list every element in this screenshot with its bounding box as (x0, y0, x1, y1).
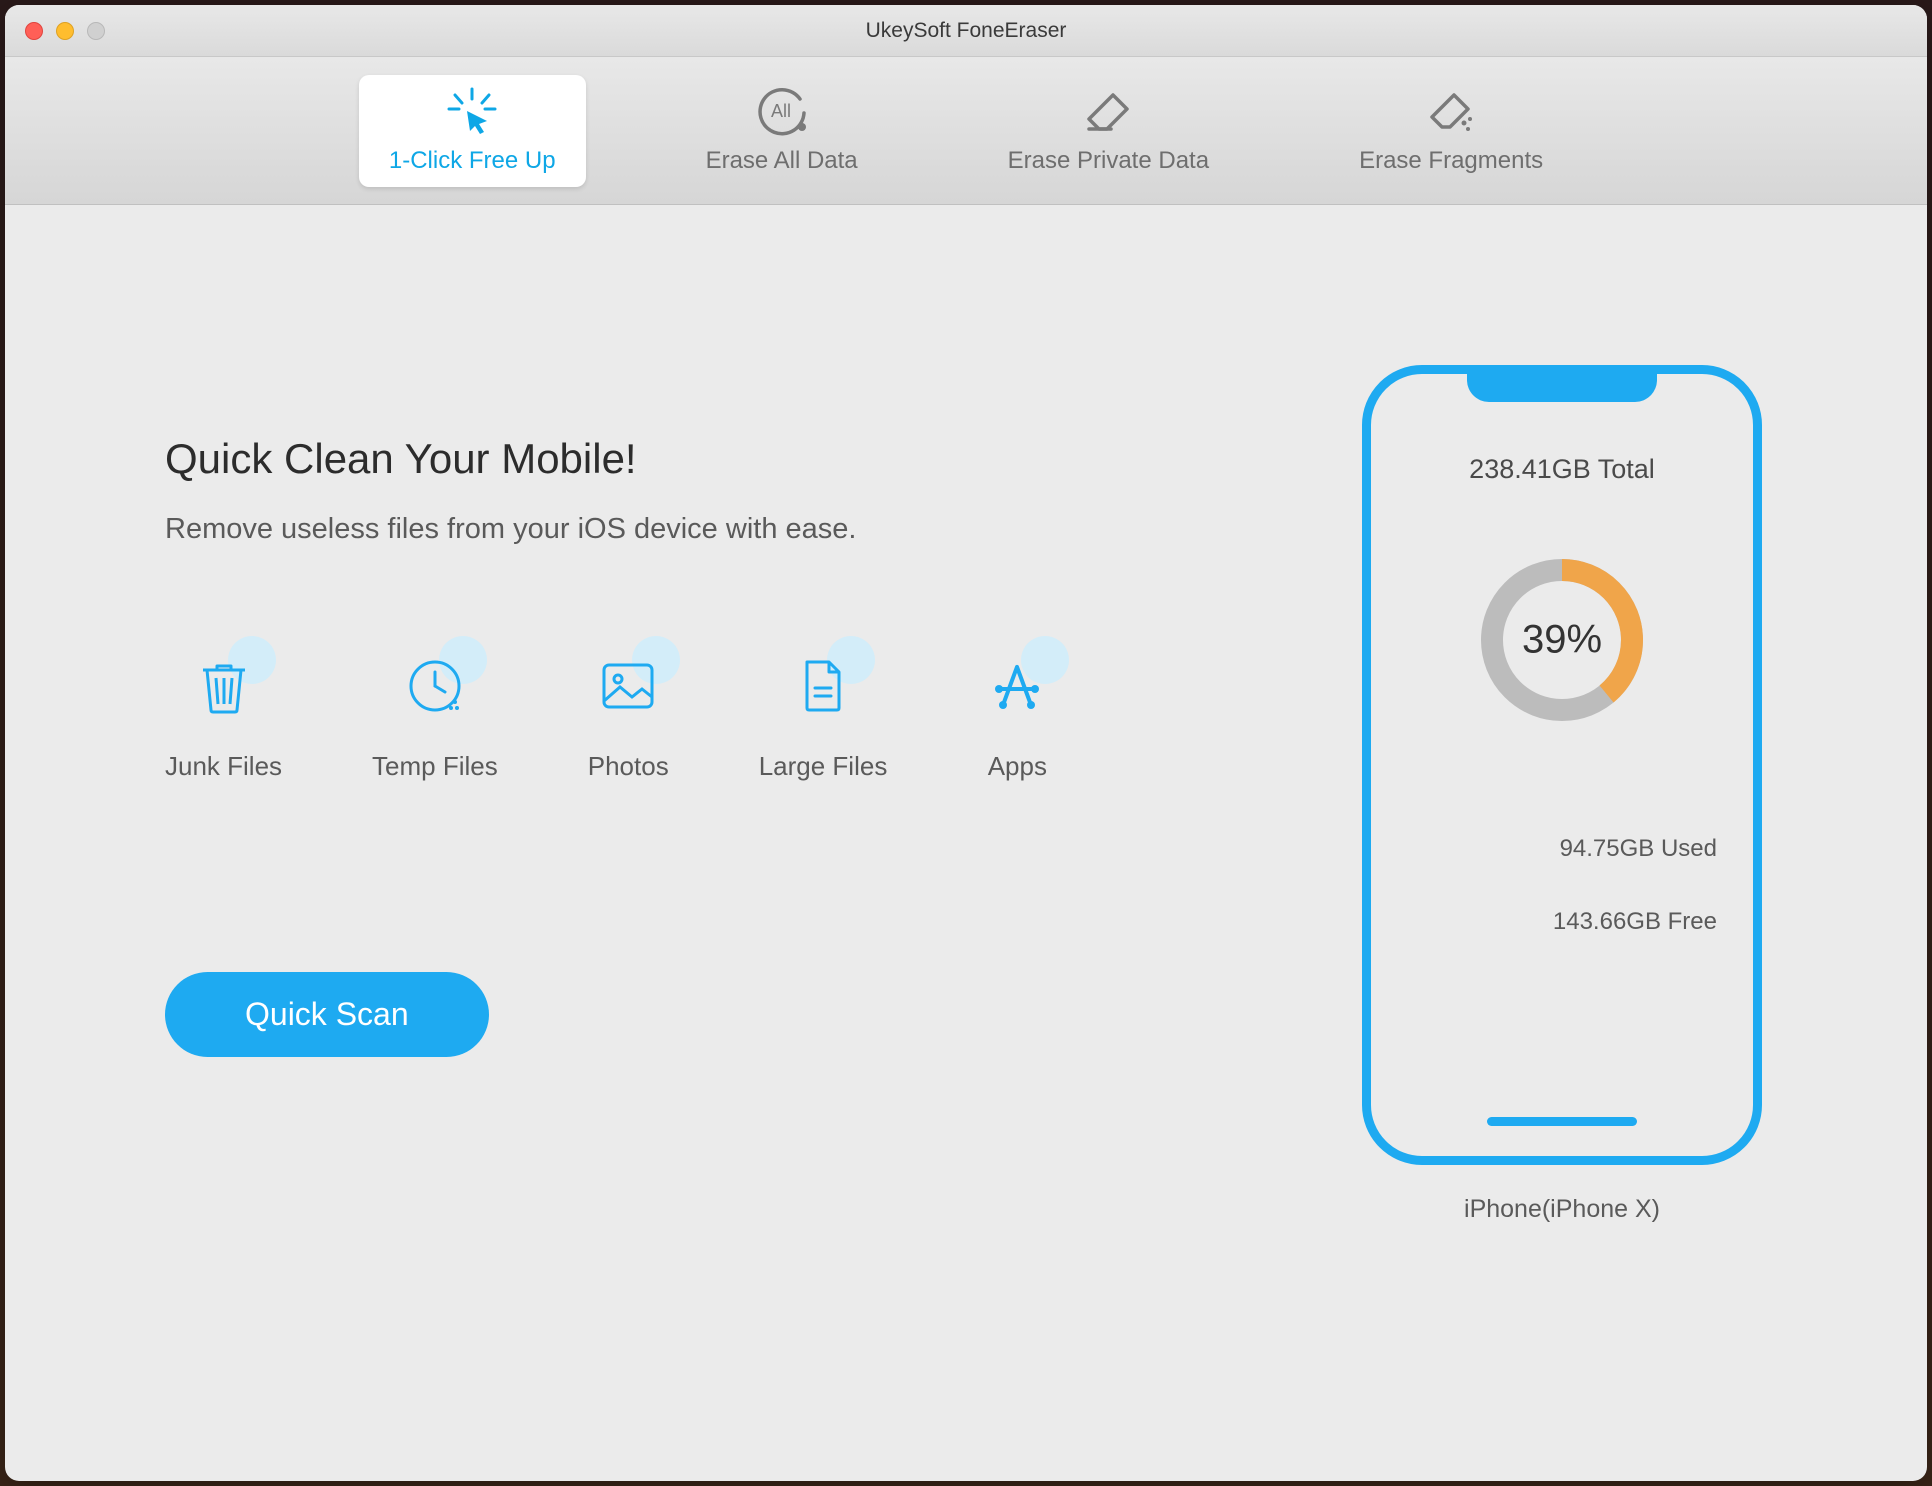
storage-free: 143.66GB Free (1553, 908, 1717, 936)
page-heading: Quick Clean Your Mobile! (165, 435, 1337, 483)
device-name: iPhone(iPhone X) (1464, 1195, 1660, 1224)
quick-scan-button[interactable]: Quick Scan (165, 972, 489, 1057)
main-content: Quick Clean Your Mobile! Remove useless … (5, 205, 1927, 1481)
eraser-fragments-icon (1424, 87, 1478, 137)
main-tabs: 1-Click Free Up All Erase All Data Erase… (5, 57, 1927, 205)
trash-icon (184, 646, 264, 726)
photo-icon (588, 646, 668, 726)
apps-icon (977, 646, 1057, 726)
phone-frame: 238.41GB Total 39% 94.75GB Used 143.66GB… (1362, 365, 1762, 1165)
phone-notch (1467, 372, 1657, 402)
category-label: Temp Files (372, 751, 498, 782)
phone-home-indicator (1487, 1117, 1637, 1126)
category-label: Large Files (759, 751, 888, 782)
device-panel: 238.41GB Total 39% 94.75GB Used 143.66GB… (1337, 305, 1787, 1381)
category-temp-files[interactable]: Temp Files (372, 646, 498, 782)
storage-donut-chart: 39% (1477, 555, 1647, 725)
app-window: UkeySoft FoneEraser 1-Click Free Up (5, 5, 1927, 1481)
tab-label: Erase Fragments (1359, 147, 1543, 175)
tab-erase-fragments[interactable]: Erase Fragments (1329, 75, 1573, 187)
maximize-window-button (87, 22, 105, 40)
storage-used: 94.75GB Used (1560, 835, 1717, 863)
minimize-window-button[interactable] (56, 22, 74, 40)
clock-icon (395, 646, 475, 726)
left-panel: Quick Clean Your Mobile! Remove useless … (165, 305, 1337, 1381)
tab-erase-private[interactable]: Erase Private Data (978, 75, 1239, 187)
category-label: Apps (988, 751, 1047, 782)
category-label: Photos (588, 751, 669, 782)
close-window-button[interactable] (25, 22, 43, 40)
svg-text:All: All (771, 101, 791, 121)
window-controls (5, 22, 105, 40)
category-large-files[interactable]: Large Files (759, 646, 888, 782)
storage-total: 238.41GB Total (1469, 454, 1655, 485)
storage-percent: 39% (1522, 618, 1602, 663)
erase-all-icon: All (755, 87, 809, 137)
eraser-icon (1081, 87, 1135, 137)
tab-erase-all[interactable]: All Erase All Data (676, 75, 888, 187)
tab-label: Erase Private Data (1008, 147, 1209, 175)
category-apps[interactable]: Apps (977, 646, 1057, 782)
file-icon (783, 646, 863, 726)
category-list: Junk Files Temp Files (165, 646, 1337, 782)
titlebar: UkeySoft FoneEraser (5, 5, 1927, 57)
app-title: UkeySoft FoneEraser (866, 19, 1067, 43)
cursor-click-icon (443, 87, 501, 137)
category-label: Junk Files (165, 751, 282, 782)
tab-label: Erase All Data (706, 147, 858, 175)
tab-free-up[interactable]: 1-Click Free Up (359, 75, 586, 187)
tab-label: 1-Click Free Up (389, 147, 556, 175)
page-subheading: Remove useless files from your iOS devic… (165, 513, 1337, 546)
category-junk-files[interactable]: Junk Files (165, 646, 282, 782)
category-photos[interactable]: Photos (588, 646, 669, 782)
